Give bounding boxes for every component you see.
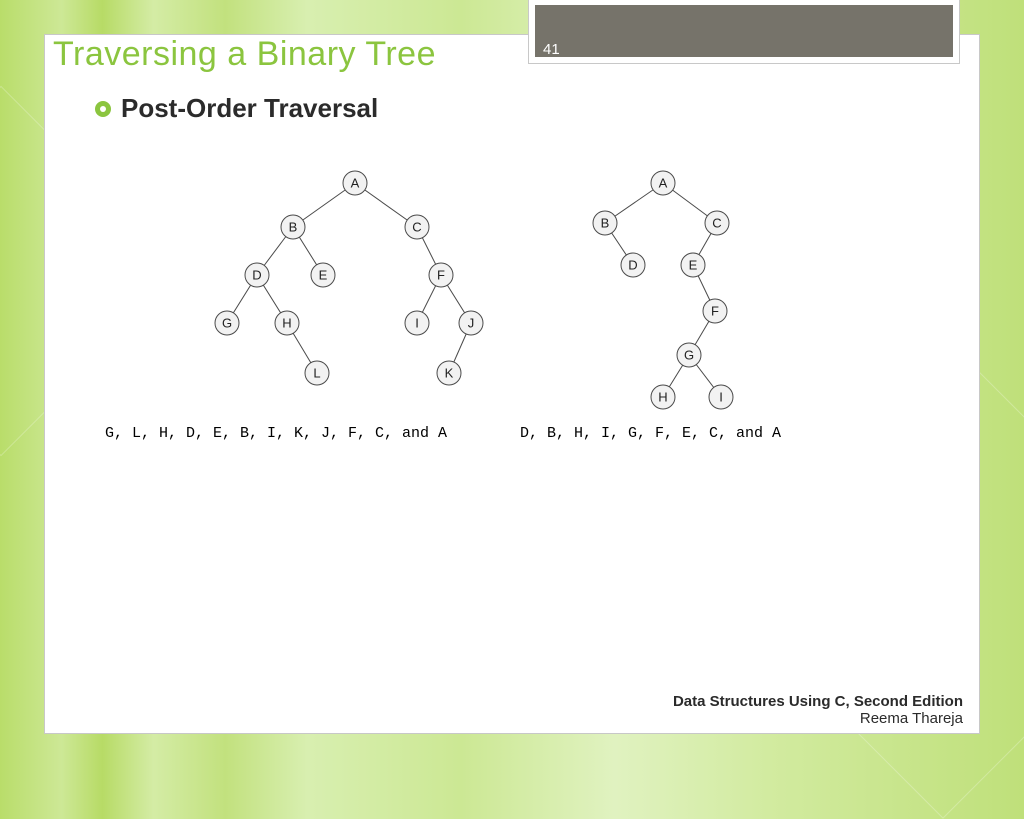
- bullet-icon: [95, 101, 111, 117]
- slide-number-tab: [529, 0, 959, 63]
- node2-G: G: [684, 348, 694, 363]
- node-A: A: [351, 176, 360, 191]
- node-B: B: [289, 220, 298, 235]
- traversal-result-2: D, B, H, I, G, F, E, C, and A: [520, 425, 781, 442]
- node-I: I: [415, 316, 419, 331]
- subtitle: Post-Order Traversal: [121, 93, 378, 124]
- slide-footer: Data Structures Using C, Second Edition …: [673, 693, 963, 727]
- node-C: C: [412, 220, 421, 235]
- node2-I: I: [719, 390, 723, 405]
- node-K: K: [445, 366, 454, 381]
- traversal-result-1: G, L, H, D, E, B, I, K, J, F, C, and A: [105, 425, 447, 442]
- slide-number: 41: [543, 41, 560, 58]
- node2-E: E: [689, 258, 698, 273]
- page-title: Traversing a Binary Tree: [53, 35, 436, 74]
- book-author: Reema Thareja: [673, 710, 963, 727]
- tree-diagram-1: A B C D E F G H I J K L: [205, 165, 535, 405]
- node-D: D: [252, 268, 261, 283]
- node-G: G: [222, 316, 232, 331]
- node-J: J: [468, 316, 475, 331]
- node2-A: A: [659, 176, 668, 191]
- book-title: Data Structures Using C, Second Edition: [673, 693, 963, 710]
- subtitle-row: Post-Order Traversal: [95, 93, 378, 124]
- tree-diagrams: A B C D E F G H I J K L A B C D E F: [95, 165, 935, 445]
- node2-D: D: [628, 258, 637, 273]
- node-L: L: [313, 366, 320, 381]
- node2-H: H: [658, 390, 667, 405]
- node2-C: C: [712, 216, 721, 231]
- node-H: H: [282, 316, 291, 331]
- slide-card: 41 Traversing a Binary Tree Post-Order T…: [44, 34, 980, 734]
- node2-F: F: [711, 304, 719, 319]
- node2-B: B: [601, 216, 610, 231]
- tree-diagram-2: A B C D E F G H I: [545, 165, 785, 425]
- node-F: F: [437, 268, 445, 283]
- node-E: E: [319, 268, 328, 283]
